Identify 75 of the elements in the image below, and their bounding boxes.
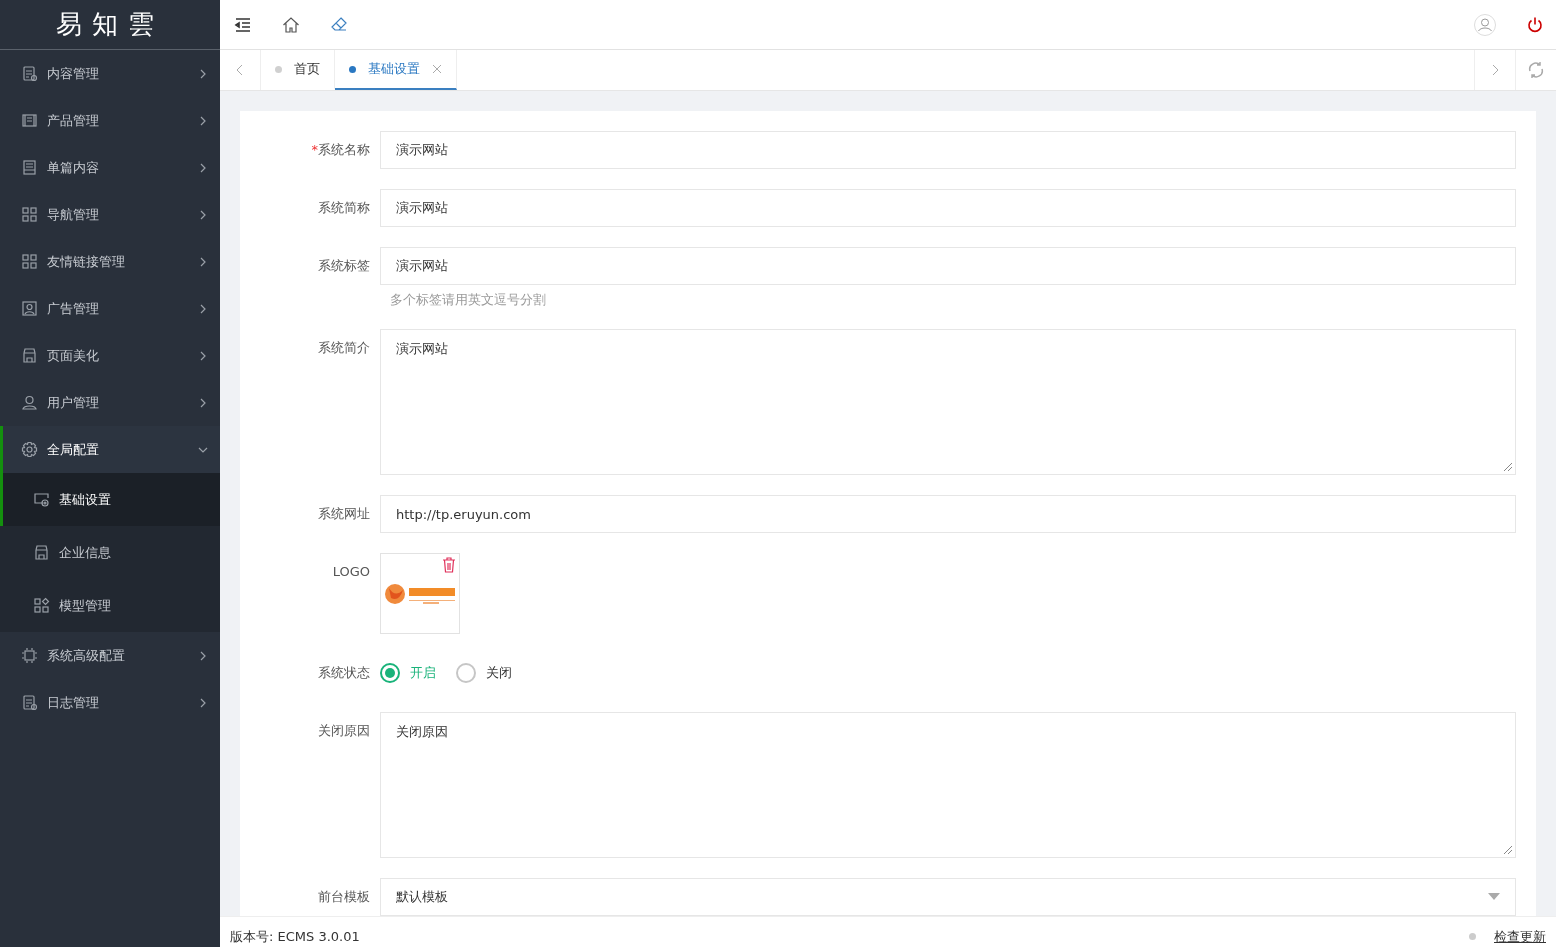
chevron-right-icon [198,162,208,173]
monitor-icon [33,491,50,508]
user-icon [21,394,38,411]
sidebar-item[interactable]: 内容管理 [0,50,220,97]
resize-handle-icon[interactable] [1501,460,1513,472]
check-update-link[interactable]: 检查更新 [1494,927,1546,946]
doc-icon [21,65,38,82]
chevron-right-icon [198,115,208,126]
sidebar-item[interactable]: 日志管理 [0,679,220,726]
field-label: 系统简介 [317,339,370,357]
resize-handle-icon[interactable] [1501,843,1513,855]
sidebar-item[interactable]: 导航管理 [0,191,220,238]
submenu-item[interactable]: 基础设置 [0,473,220,526]
close-icon[interactable] [432,64,442,74]
chevron-right-icon [198,650,208,661]
home-icon[interactable] [282,15,300,34]
text-area[interactable]: 关闭原因 [380,712,1516,858]
sidebar-item[interactable]: 友情链接管理 [0,238,220,285]
text-field[interactable]: 演示网站 [380,247,1516,285]
menu-icon[interactable] [234,15,252,34]
field-label: 系统简称 [317,199,370,217]
field-label: 系统标签 [317,257,370,275]
chevron-right-icon [198,303,208,314]
logo-text: 易知雲 [56,8,164,41]
chevron-right-icon [198,209,208,220]
text-field[interactable]: 演示网站 [380,131,1516,169]
field-label: 系统状态 [317,664,370,682]
sidebar-item[interactable]: 页面美化 [0,332,220,379]
eraser-icon[interactable] [330,15,348,34]
sidebar-item[interactable]: 系统高级配置 [0,632,220,679]
tab-dot [275,65,282,73]
avatar-icon[interactable] [1474,13,1496,36]
text-field[interactable]: http://tp.eruyun.com [380,495,1516,533]
power-icon[interactable] [1526,15,1544,34]
submenu-item[interactable]: 模型管理 [0,579,220,632]
grid-icon [21,206,38,223]
field-hint: 多个标签请用英文逗号分割 [389,291,547,309]
chevron-right-icon [198,68,208,79]
store-icon [21,347,38,364]
chevron-right-icon [198,256,208,267]
sidebar-item[interactable]: 产品管理 [0,97,220,144]
text-area[interactable]: 演示网站 [380,329,1516,475]
tab[interactable]: 基础设置 [335,50,457,90]
sidebar-item[interactable]: 用户管理 [0,379,220,426]
film-icon [21,112,38,129]
grid-icon [21,253,38,270]
caret-icon [1488,893,1500,901]
settings-icon [21,441,38,458]
chevron-right-icon [198,397,208,408]
text-field[interactable]: 演示网站 [380,189,1516,227]
sidebar-item[interactable]: 单篇内容 [0,144,220,191]
chip-icon [21,647,38,664]
chevron-right-icon [198,697,208,708]
field-label: 关闭原因 [317,722,370,740]
submenu-item[interactable]: 企业信息 [0,526,220,579]
tab-dot [349,65,356,73]
image-icon [21,300,38,317]
refresh-icon [1527,61,1545,79]
field-label: LOGO [331,563,370,581]
field-label: 前台模板 [317,888,370,906]
blocks-icon [33,597,50,614]
sidebar-item[interactable]: 广告管理 [0,285,220,332]
page-icon [21,159,38,176]
sidebar-item[interactable]: 全局配置 [0,426,220,473]
trash-icon[interactable] [442,557,456,573]
store-icon [33,544,50,561]
field-label: *系统名称 [310,141,370,159]
chevron-right-icon [198,350,208,361]
tab[interactable]: 首页 [261,50,335,90]
doc-icon [21,694,38,711]
field-label: 系统网址 [317,505,370,523]
version-text: 版本号: ECMS 3.0.01 [230,927,360,946]
radio-option[interactable]: 关闭 [456,663,512,683]
status-dot [1469,933,1476,940]
select-field[interactable]: 默认模板 [380,878,1516,916]
